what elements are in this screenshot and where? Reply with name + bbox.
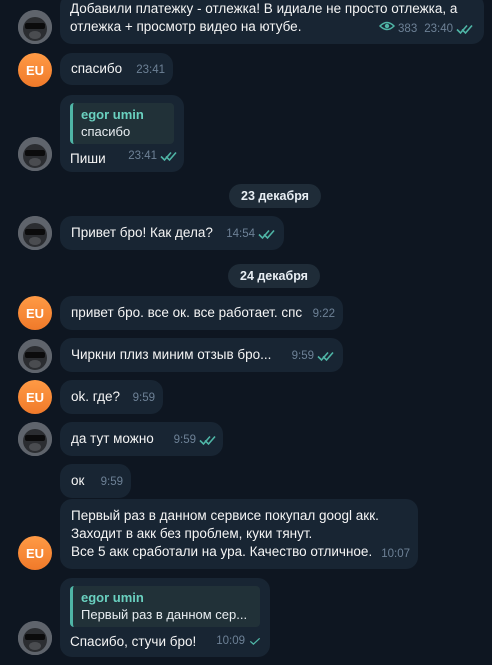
message-time: 9:59 [100,476,123,488]
message-text: да тут можно [71,431,154,446]
reply-author: egor umin [81,590,144,605]
message-text: Спасибо, стучи бро! [70,634,197,649]
message-text: Первый раз в данном сервисе покупал goog… [71,508,379,559]
message-meta: 23:41 [128,147,178,165]
message-time: 10:07 [381,548,410,560]
avatar[interactable]: EU [18,380,52,414]
gorilla-avatar-icon [18,10,52,44]
message-meta: 9:59 [292,347,335,365]
reply-quote[interactable]: egor umin спасибо [70,103,174,144]
message-meta: 14:54 [226,225,276,243]
message-time: 9:22 [312,308,335,320]
message-bubble[interactable]: Привет бро! Как дела? 14:54 [60,216,284,250]
view-count: 383 [398,23,418,35]
message-text: привет бро. все ок. все работает. спс [71,305,303,320]
message-meta: 10:09 [216,632,262,650]
eye-icon [378,20,396,38]
double-check-icon [160,151,177,162]
message-bubble[interactable]: Первый раз в данном сервисе покупал goog… [60,499,418,569]
avatar[interactable] [18,339,52,373]
message-meta: 23:41 [136,61,165,79]
gorilla-avatar-icon [18,339,52,373]
message-meta: 9:22 [313,305,335,323]
message-bubble[interactable]: спасибо 23:41 [60,53,173,85]
message-meta: 9:59 [174,431,217,449]
message-meta: 9:59 [101,473,123,491]
message-meta: 9:59 [133,389,155,407]
gorilla-avatar-icon [18,216,52,250]
message-text: Привет бро! Как дела? [71,225,213,240]
avatar[interactable]: EU [18,296,52,330]
message-time: 23:40 [424,23,453,35]
avatar[interactable] [18,10,52,44]
message-text: ок [71,473,85,488]
gorilla-avatar-icon [18,621,52,655]
message-time: 10:09 [216,635,245,647]
avatar[interactable]: EU [18,536,52,570]
gorilla-avatar-icon [18,422,52,456]
reply-text: Первый раз в данном сер... [81,607,248,622]
message-time: 23:41 [128,150,157,162]
avatar[interactable] [18,621,52,655]
gorilla-avatar-icon [18,137,52,171]
message-meta: 10:07 [381,545,410,563]
reply-text: спасибо [81,124,131,139]
message-time: 9:59 [132,392,155,404]
message-bubble[interactable]: привет бро. все ок. все работает. спс 9:… [60,296,343,330]
reply-author: egor umin [81,107,144,122]
double-check-icon [317,351,334,362]
message-time: 9:59 [173,434,196,446]
message-bubble[interactable]: да тут можно 9:59 [60,422,223,456]
date-separator: 24 декабря [228,264,320,288]
reply-quote[interactable]: egor umin Первый раз в данном сер... [70,586,260,627]
message-bubble[interactable]: egor umin Первый раз в данном сер... Спа… [60,578,270,657]
message-time: 9:59 [291,350,314,362]
double-check-icon [456,24,473,35]
avatar[interactable] [18,137,52,171]
message-text: Чиркни плиз миним отзыв бро... [71,347,272,362]
date-separator: 23 декабря [229,184,321,208]
message-time: 23:41 [136,64,165,76]
message-bubble[interactable]: egor umin спасибо Пиши 23:41 [60,95,184,172]
avatar[interactable] [18,422,52,456]
message-text: спасибо [71,61,123,76]
message-meta: 383 23:40 [378,20,474,38]
message-bubble[interactable]: ok. где? 9:59 [60,380,163,414]
message-text: Пиши [70,151,106,166]
double-check-icon [258,229,275,240]
message-text: ok. где? [71,389,120,404]
double-check-icon [199,435,216,446]
single-check-icon [249,637,261,645]
message-bubble[interactable]: Добавили платежку - отлежка! В идиале не… [60,0,484,44]
message-bubble[interactable]: ок 9:59 [60,464,131,498]
message-time: 14:54 [226,228,255,240]
message-bubble[interactable]: Чиркни плиз миним отзыв бро... 9:59 [60,338,343,372]
avatar[interactable] [18,216,52,250]
avatar[interactable]: EU [18,53,52,87]
